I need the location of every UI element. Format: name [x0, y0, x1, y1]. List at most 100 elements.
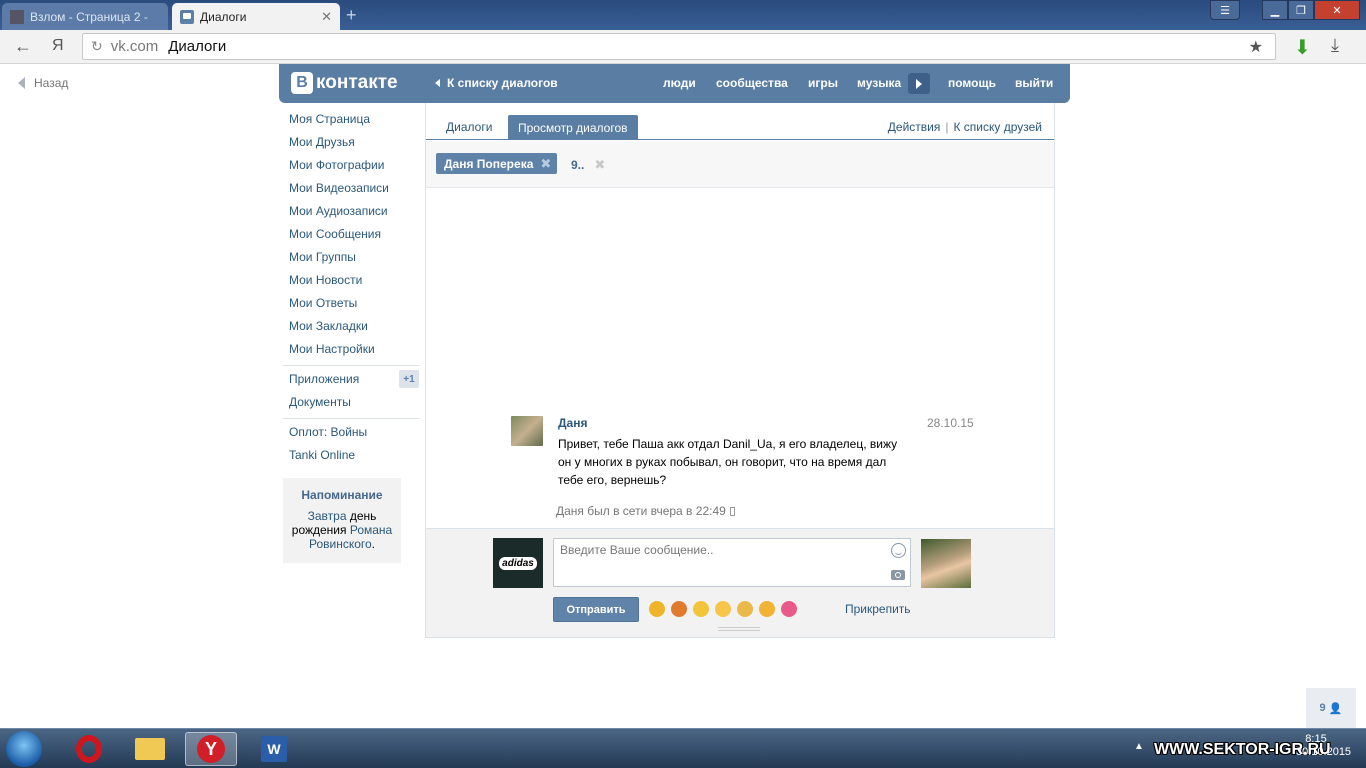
tray-expand-icon[interactable]: ▲: [1134, 741, 1144, 752]
emoji-flower-icon[interactable]: [781, 601, 797, 617]
opera-taskbar-button[interactable]: [63, 732, 115, 766]
browser-menu-icon[interactable]: ☰: [1210, 0, 1240, 20]
windows-start-icon[interactable]: [6, 731, 42, 767]
open-dialogs-bar: Даня Поперека ✖ 9.. ✖: [426, 141, 1054, 188]
close-chip-icon[interactable]: ✖: [540, 156, 551, 172]
dialogs-panel: Диалоги Просмотр диалогов Действия | К спи…: [425, 103, 1055, 638]
clock-date: 30.10.2015: [1296, 746, 1352, 758]
recipient-avatar[interactable]: [921, 539, 971, 588]
browser-tab-title: Диалоги: [200, 9, 247, 24]
reminder-text: Завтра день рождения Романа Ровинского.: [283, 509, 401, 551]
vk-logo-text: контакте: [316, 72, 398, 93]
dialogs-list-label: К списку диалогов: [447, 76, 558, 90]
vk-header: В контакте К списку диалогов люди сообще…: [279, 64, 1070, 103]
emoji-sun-icon[interactable]: [759, 601, 775, 617]
smile-icon[interactable]: [891, 543, 906, 558]
camera-icon[interactable]: [891, 570, 905, 580]
system-clock[interactable]: 8:15 30.10.2015: [1296, 733, 1352, 759]
opera-icon: [76, 735, 102, 763]
back-arrow-icon[interactable]: ←: [14, 36, 32, 57]
emoji-tiger-icon[interactable]: [671, 601, 687, 617]
send-button[interactable]: Отправить: [553, 597, 639, 622]
address-bar[interactable]: ↻ vk.com Диалоги ★: [82, 33, 1276, 60]
menu-my-audio[interactable]: Мои Аудиозаписи: [289, 205, 419, 228]
forum-favicon-icon: [10, 9, 24, 24]
emoji-surprised-icon[interactable]: [715, 601, 731, 617]
menu-divider: [283, 365, 419, 366]
emoji-laugh-icon[interactable]: [649, 601, 665, 617]
menu-my-news[interactable]: Мои Новости: [289, 274, 419, 297]
menu-game-oplot[interactable]: Оплот: Войны: [289, 426, 419, 449]
yandex-button[interactable]: Я: [52, 37, 64, 55]
word-icon: W: [261, 736, 287, 762]
message-input[interactable]: [554, 539, 874, 561]
person-icon: 👤: [1328, 702, 1343, 715]
menu-my-groups[interactable]: Мои Группы: [289, 251, 419, 274]
browser-tab-dialogs[interactable]: Диалоги ✕: [172, 3, 340, 30]
sender-avatar[interactable]: [511, 416, 543, 446]
nav-people[interactable]: люди: [663, 76, 696, 90]
my-avatar-logo-text: adidas: [499, 556, 537, 570]
menu-apps[interactable]: Приложения +1: [289, 370, 419, 396]
dialogs-list-link[interactable]: К списку диалогов: [435, 76, 558, 90]
menu-my-videos[interactable]: Мои Видеозаписи: [289, 182, 419, 205]
play-icon[interactable]: [908, 73, 930, 94]
maximize-icon[interactable]: ❐: [1288, 0, 1314, 20]
reminder-tomorrow-link[interactable]: Завтра: [308, 509, 347, 523]
emoji-blush-icon[interactable]: [693, 601, 709, 617]
message-text: Привет, тебе Паша акк отдал Danil_Ua, я …: [558, 437, 898, 487]
menu-my-photos[interactable]: Мои Фотографии: [289, 159, 419, 182]
dialog-chip-active[interactable]: Даня Поперека ✖: [436, 153, 558, 174]
windows-taskbar: Y W ▲ WWW.SEKTOR-IGR.RU 8:15 30.10.2015: [0, 728, 1366, 768]
menu-divider: [283, 418, 419, 419]
tab-dialogs[interactable]: Диалоги: [446, 120, 492, 134]
browser-tab-vzlom[interactable]: Взлом - Страница 2 -: [2, 3, 168, 30]
word-taskbar-button[interactable]: W: [248, 732, 300, 766]
menu-my-messages[interactable]: Мои Сообщения: [289, 228, 419, 251]
menu-documents[interactable]: Документы: [289, 396, 419, 419]
menu-my-settings[interactable]: Мои Настройки: [289, 343, 419, 366]
browser-tab-bar: Взлом - Страница 2 - Диалоги ✕ + ☰ ▁ ❐ ✕: [0, 0, 1366, 30]
menu-my-answers[interactable]: Мои Ответы: [289, 297, 419, 320]
emoji-rolling-eyes-icon[interactable]: [737, 601, 753, 617]
menu-my-friends[interactable]: Мои Друзья: [289, 136, 419, 159]
online-friends-counter[interactable]: 9 👤: [1306, 688, 1356, 728]
resize-grip[interactable]: [718, 627, 760, 631]
attach-link[interactable]: Прикрепить: [845, 602, 911, 616]
actions-link[interactable]: Действия: [888, 120, 941, 134]
back-link[interactable]: Назад: [18, 76, 68, 90]
download-manager-icon[interactable]: ⬇: [1294, 35, 1311, 60]
menu-game-tanki[interactable]: Tanki Online: [289, 449, 419, 472]
reload-icon[interactable]: ↻: [91, 38, 103, 55]
friends-list-link[interactable]: К списку друзей: [953, 120, 1042, 134]
yandex-taskbar-button[interactable]: Y: [185, 732, 237, 766]
menu-my-page[interactable]: Моя Страница: [289, 113, 419, 136]
browser-toolbar: ← Я ↻ vk.com Диалоги ★ ⬇ ⤓: [0, 30, 1366, 64]
nav-music[interactable]: музыка: [857, 76, 901, 90]
my-avatar[interactable]: adidas: [493, 538, 543, 588]
message-date: 28.10.15: [927, 416, 974, 430]
nav-help[interactable]: помощь: [948, 76, 996, 90]
menu-my-bookmarks[interactable]: Мои Закладки: [289, 320, 419, 343]
folder-icon: [135, 738, 165, 760]
nav-logout[interactable]: выйти: [1015, 76, 1053, 90]
tab-view-dialogs[interactable]: Просмотр диалогов: [508, 115, 638, 140]
downloads-icon[interactable]: ⤓: [1331, 35, 1339, 56]
close-chip-icon[interactable]: ✖: [594, 157, 605, 173]
message-author[interactable]: Даня: [558, 416, 587, 430]
dialog-chip-other[interactable]: 9.. ✖: [571, 157, 605, 173]
dialogs-tabs: Диалоги Просмотр диалогов Действия | К спи…: [426, 103, 1054, 140]
close-tab-icon[interactable]: ✕: [321, 9, 332, 25]
close-window-icon[interactable]: ✕: [1314, 0, 1360, 20]
minimize-icon[interactable]: ▁: [1262, 0, 1288, 20]
last-seen-text: Даня был в сети вчера в 22:49: [556, 504, 726, 518]
vk-logo[interactable]: В контакте: [291, 72, 398, 94]
nav-games[interactable]: игры: [808, 76, 838, 90]
new-tab-icon[interactable]: +: [346, 6, 357, 24]
explorer-taskbar-button[interactable]: [124, 732, 176, 766]
yandex-browser-icon: Y: [197, 735, 225, 763]
nav-communities[interactable]: сообщества: [716, 76, 788, 90]
bookmark-star-icon[interactable]: ★: [1249, 37, 1263, 57]
message-input-box[interactable]: [553, 538, 911, 587]
address-page-title: Диалоги: [168, 38, 227, 55]
